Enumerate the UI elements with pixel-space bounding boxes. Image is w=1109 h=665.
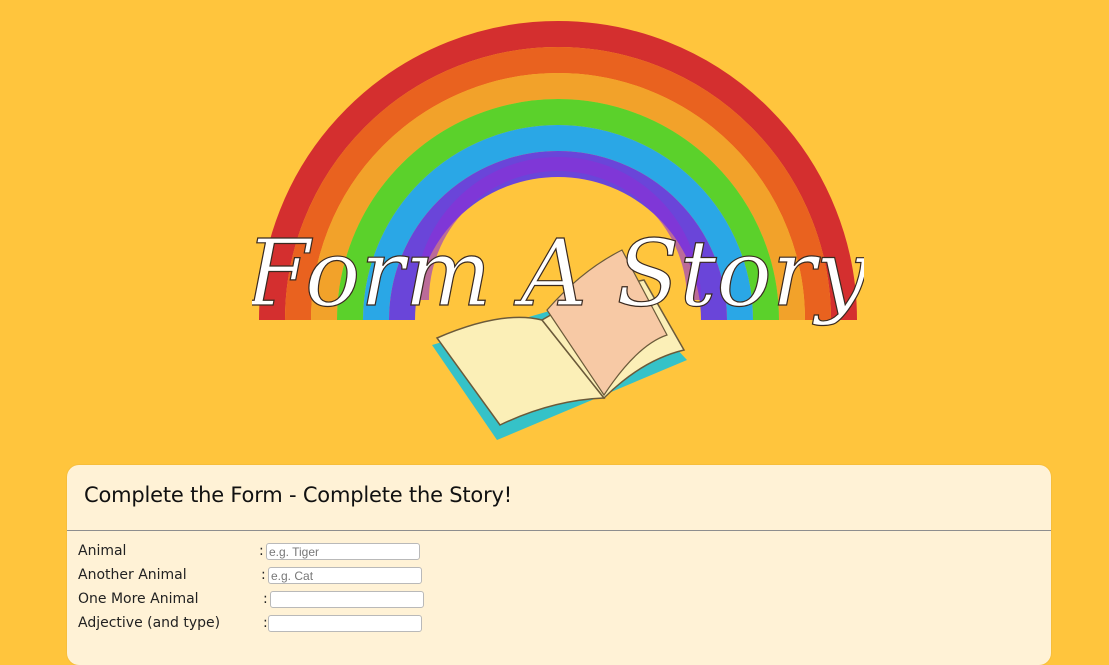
another-animal-label: Another Animal <box>78 567 187 583</box>
logo-image: Form A Story <box>252 21 864 440</box>
one-more-animal-colon: : <box>263 591 268 607</box>
animal-colon: : <box>259 543 264 559</box>
title-divider <box>67 530 1051 531</box>
story-form-card: Complete the Form - Complete the Story! … <box>67 465 1051 665</box>
animal-label: Animal <box>78 543 127 559</box>
one-more-animal-label: One More Animal <box>78 591 199 607</box>
animal-input[interactable] <box>266 543 420 560</box>
adjective-label: Adjective (and type) <box>78 615 221 631</box>
logo-title: Form A Story <box>252 220 864 327</box>
form-title: Complete the Form - Complete the Story! <box>84 483 512 507</box>
another-animal-input[interactable] <box>268 567 422 584</box>
adjective-colon: : <box>263 615 268 631</box>
form-a-story-logo: Form A Story <box>252 0 864 443</box>
another-animal-colon: : <box>261 567 266 583</box>
one-more-animal-input[interactable] <box>270 591 424 608</box>
adjective-input[interactable] <box>268 615 422 632</box>
